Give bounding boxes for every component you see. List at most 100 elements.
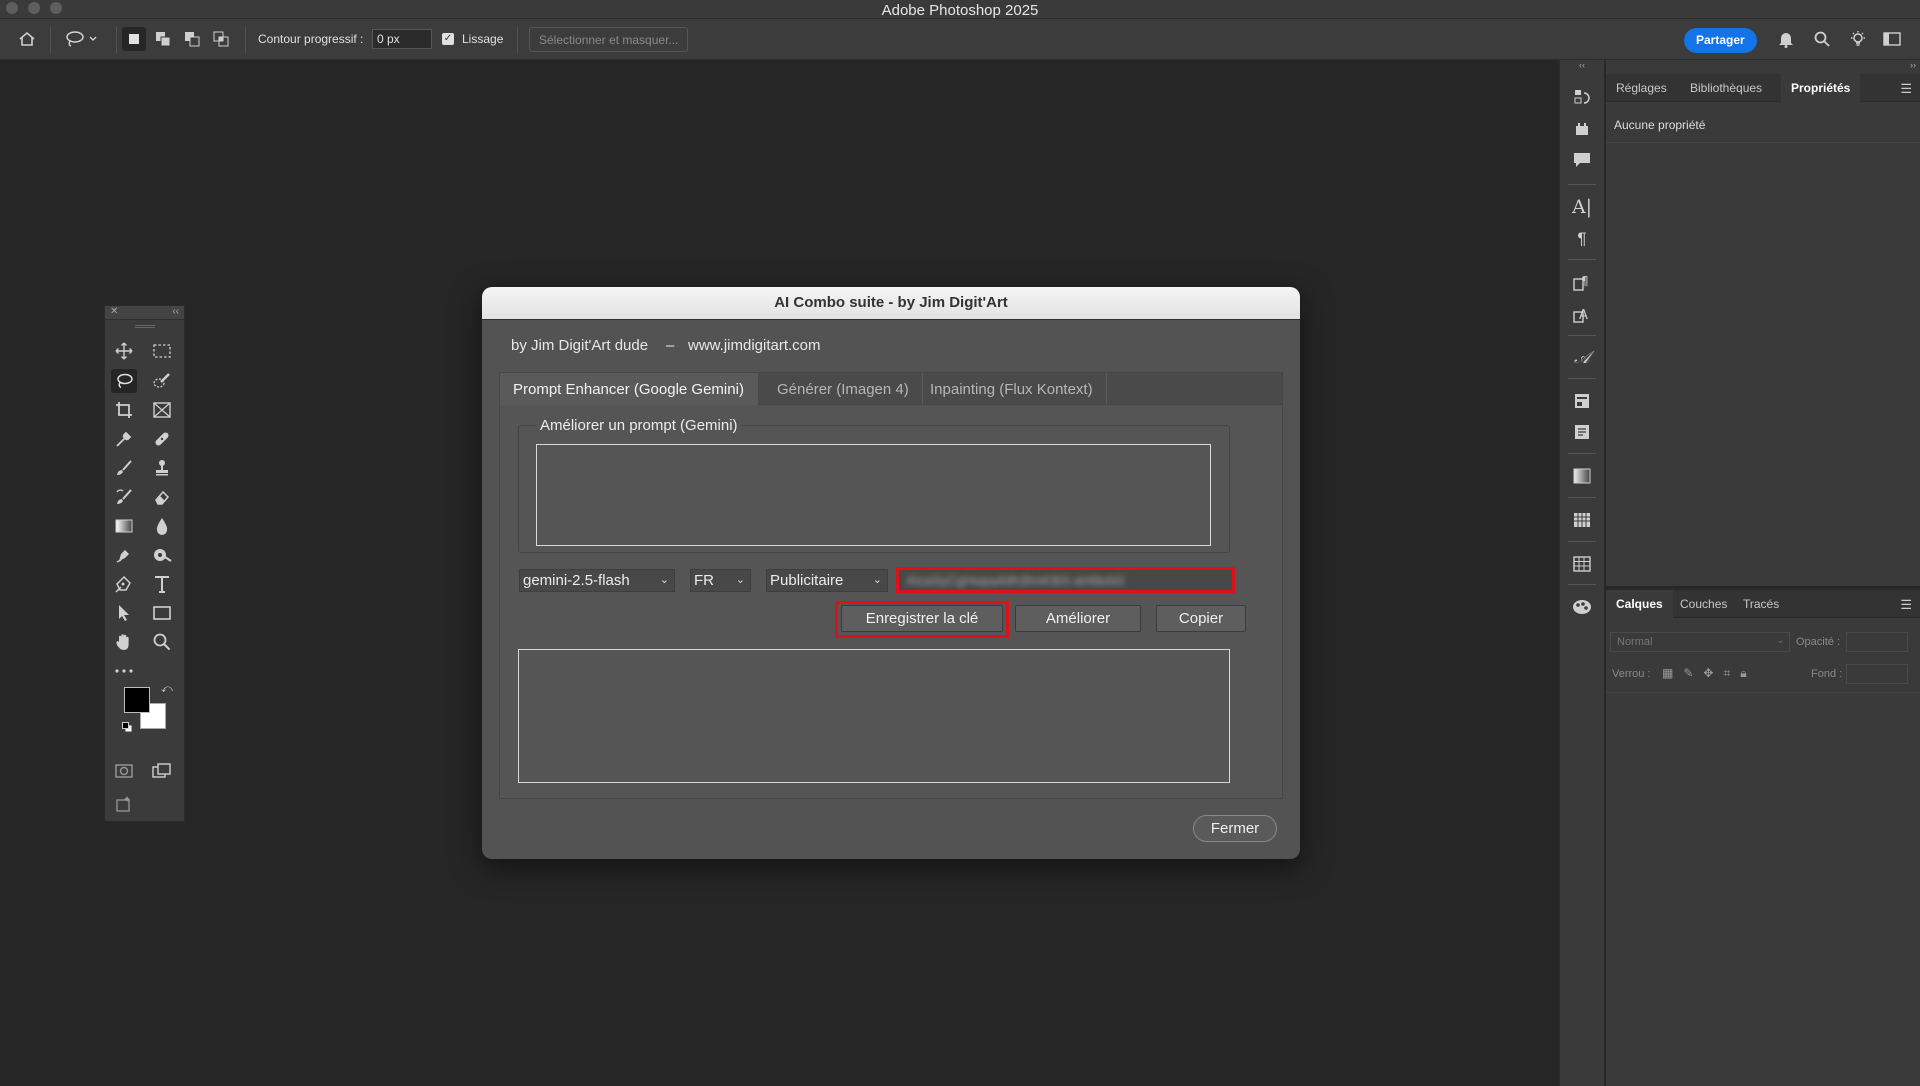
notes-icon[interactable] <box>1569 420 1595 444</box>
eyedropper-tool-icon[interactable] <box>111 427 137 451</box>
add-to-selection-icon[interactable] <box>151 27 175 51</box>
collapse-dock-icon[interactable]: ‹‹ <box>1560 60 1604 70</box>
plugins-icon[interactable] <box>1569 117 1595 141</box>
screen-mode-icon[interactable] <box>149 759 175 783</box>
panel-menu-icon[interactable]: ☰ <box>1900 597 1912 613</box>
drag-handle[interactable] <box>135 325 155 328</box>
swap-colors-icon[interactable]: ⤺ <box>161 683 173 696</box>
glyphs-icon[interactable]: 𝒜 <box>1569 346 1595 370</box>
generative-edit-icon[interactable] <box>111 792 137 816</box>
tab-reglages[interactable]: Réglages <box>1606 74 1677 102</box>
model-select[interactable]: gemini-2.5-flash ⌄ <box>519 569 675 592</box>
panel-menu-icon[interactable]: ☰ <box>1900 81 1912 97</box>
healing-brush-tool-icon[interactable] <box>149 427 175 451</box>
antialias-checkbox[interactable]: ✓ <box>442 33 454 45</box>
home-icon[interactable] <box>15 27 39 51</box>
discover-lightbulb-icon[interactable] <box>1846 27 1870 51</box>
lock-all-icon[interactable]: 🔒︎ <box>1740 666 1746 681</box>
opacity-input[interactable] <box>1846 632 1908 652</box>
patterns-icon[interactable] <box>1569 508 1595 532</box>
paragraph-styles-icon[interactable]: ¶ <box>1569 270 1595 294</box>
smudge-tool-icon[interactable] <box>111 543 137 567</box>
copy-button[interactable]: Copier <box>1156 605 1246 632</box>
marquee-tool-icon[interactable] <box>149 339 175 363</box>
feather-label: Contour progressif : <box>258 32 364 46</box>
lock-pixels-brush-icon[interactable]: ✎ <box>1683 666 1693 681</box>
tab-prompt-enhancer[interactable]: Prompt Enhancer (Google Gemini) <box>500 373 758 405</box>
new-selection-icon[interactable] <box>122 27 146 51</box>
intersect-selection-icon[interactable] <box>209 27 233 51</box>
website-link[interactable]: www.jimdigitart.com <box>688 337 821 354</box>
separator <box>50 27 51 53</box>
clone-stamp-tool-icon[interactable] <box>149 456 175 480</box>
default-colors-icon[interactable] <box>122 720 133 733</box>
workspace-icon[interactable] <box>1880 27 1904 51</box>
save-key-button[interactable]: Enregistrer la clé <box>841 605 1003 632</box>
hand-tool-icon[interactable] <box>111 630 137 654</box>
libraries-icon[interactable] <box>1569 389 1595 413</box>
feather-input[interactable]: 0 px <box>372 29 432 49</box>
swatches-icon[interactable] <box>1569 552 1595 576</box>
eraser-tool-icon[interactable] <box>149 485 175 509</box>
lasso-preset-icon[interactable] <box>62 27 102 51</box>
gradients-icon[interactable] <box>1569 464 1595 488</box>
tab-bibliotheques[interactable]: Bibliothèques <box>1680 74 1772 102</box>
character-styles-icon[interactable]: A <box>1569 302 1595 326</box>
gradient-tool-icon[interactable] <box>111 514 137 538</box>
quick-mask-icon[interactable] <box>111 759 137 783</box>
prompt-input[interactable] <box>536 444 1211 546</box>
character-panel-icon[interactable]: A| <box>1569 195 1595 219</box>
tab-inpainting[interactable]: Inpainting (Flux Kontext) <box>917 373 1107 405</box>
toolbox: ✕ ‹‹ ⤺ <box>104 305 185 822</box>
improve-button[interactable]: Améliorer <box>1015 605 1141 632</box>
paragraph-panel-icon[interactable]: ¶ <box>1569 227 1595 251</box>
api-key-value: AIzaSyCgHwpaA9h3hnK9tX-aH6kAI0 <box>906 573 1125 588</box>
brush-tool-icon[interactable] <box>111 456 137 480</box>
comments-icon[interactable] <box>1569 148 1595 172</box>
notifications-bell-icon[interactable] <box>1774 27 1798 51</box>
chevron-down-icon: ⌄ <box>659 574 669 586</box>
lock-position-icon[interactable]: ✥ <box>1703 666 1713 681</box>
search-icon[interactable] <box>1810 27 1834 51</box>
close-panel-icon[interactable]: ✕ <box>110 306 118 317</box>
tab-generer[interactable]: Générer (Imagen 4) <box>764 373 923 405</box>
blend-mode-select[interactable]: Normal ⌄ <box>1610 632 1790 652</box>
output-textarea[interactable] <box>518 649 1230 783</box>
select-and-mask-button[interactable]: Sélectionner et masquer... <box>529 27 689 52</box>
type-tool-icon[interactable] <box>149 572 175 596</box>
tab-traces[interactable]: Tracés <box>1733 590 1789 618</box>
foreground-color-swatch[interactable] <box>124 687 150 713</box>
subtract-from-selection-icon[interactable] <box>180 27 204 51</box>
close-button[interactable]: Fermer <box>1193 815 1277 842</box>
move-tool-icon[interactable] <box>111 339 137 363</box>
style-select[interactable]: Publicitaire ⌄ <box>766 569 888 592</box>
tab-couches[interactable]: Couches <box>1670 590 1737 618</box>
frame-tool-icon[interactable] <box>149 398 175 422</box>
separator <box>1568 184 1596 185</box>
more-tools-icon[interactable] <box>111 659 137 683</box>
quick-select-tool-icon[interactable] <box>149 369 175 393</box>
chevron-down-icon: ⌄ <box>735 574 745 586</box>
lock-transparent-icon[interactable]: ▦ <box>1662 666 1673 681</box>
lock-artboard-icon[interactable]: ⌗ <box>1723 666 1730 681</box>
rectangle-tool-icon[interactable] <box>149 601 175 625</box>
lasso-tool-icon[interactable] <box>111 369 137 393</box>
zoom-tool-icon[interactable] <box>149 630 175 654</box>
expand-dock-icon[interactable]: ›› <box>1910 60 1916 70</box>
tab-proprietes[interactable]: Propriétés <box>1781 74 1861 102</box>
dodge-tool-icon[interactable] <box>149 543 175 567</box>
history-icon[interactable] <box>1569 85 1595 109</box>
blur-tool-icon[interactable] <box>149 514 175 538</box>
crop-tool-icon[interactable] <box>111 398 137 422</box>
share-button[interactable]: Partager <box>1684 28 1757 53</box>
language-select[interactable]: FR ⌄ <box>690 569 751 592</box>
collapse-panel-icon[interactable]: ‹‹ <box>172 306 179 317</box>
history-brush-tool-icon[interactable] <box>111 485 137 509</box>
pen-tool-icon[interactable] <box>111 572 137 596</box>
color-wheel-icon[interactable] <box>1569 595 1595 619</box>
path-selection-tool-icon[interactable] <box>111 601 137 625</box>
lock-label: Verrou : <box>1612 668 1651 680</box>
fill-input[interactable] <box>1846 664 1908 684</box>
api-key-input[interactable]: AIzaSyCgHwpaA9h3hnK9tX-aH6kAI0 <box>896 567 1235 593</box>
tab-calques[interactable]: Calques <box>1606 590 1673 618</box>
